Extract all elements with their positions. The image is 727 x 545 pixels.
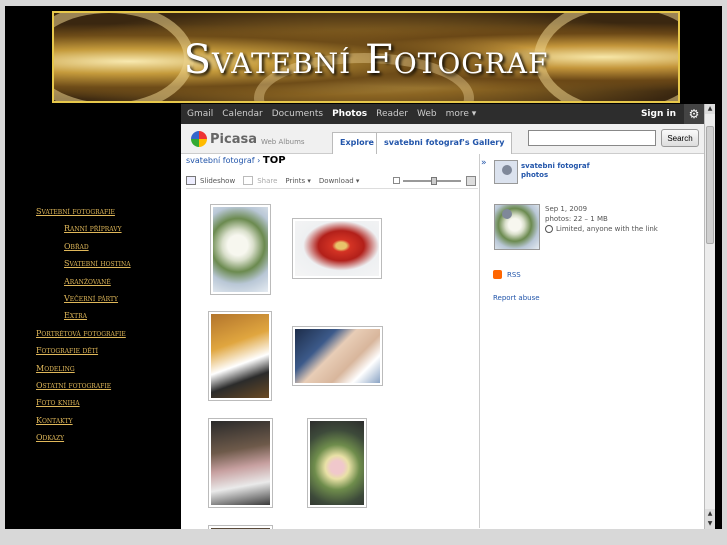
picasa-header: Picasa Web Albums Explore svatebni fotog… (181, 124, 715, 154)
site-title: Svatební Fotograf (183, 37, 549, 83)
rss-link[interactable]: RSS (493, 270, 521, 279)
site-banner: Svatební Fotograf (52, 11, 680, 103)
scrollbar[interactable]: ▲ ▲ ▼ (704, 104, 715, 529)
expand-chevron-icon: » (481, 158, 487, 168)
gbar-photos[interactable]: Photos (332, 109, 367, 119)
sidebar-toggle[interactable]: » (479, 154, 489, 528)
globe-icon (545, 225, 553, 233)
page-frame: Svatební Fotograf Svatební fotografie Ra… (5, 6, 722, 529)
picasa-logo[interactable]: Picasa Web Albums (191, 131, 305, 147)
photo-thumbnail[interactable] (208, 311, 272, 401)
album-meta: Sep 1, 2009 photos: 22 – 1 MB Limited, a… (545, 204, 658, 234)
picasa-embed: Gmail Calendar Documents Photos Reader W… (181, 104, 715, 529)
photo-thumbnail[interactable] (210, 204, 271, 295)
menu-item-ostatni-fotografie[interactable]: Ostatní fotografie (36, 377, 186, 394)
sign-in-link[interactable]: Sign in (641, 109, 676, 119)
photo-thumbnail[interactable] (208, 525, 273, 529)
menu-item-modeling[interactable]: Modeling (36, 360, 186, 377)
scroll-up-icon[interactable]: ▲ (705, 509, 715, 519)
menu-item-aranzovane[interactable]: Aranžované (36, 273, 186, 290)
menu-item-ranni-pripravy[interactable]: Ranní přípravy (36, 220, 186, 237)
menu-item-portretova-fotografie[interactable]: Portrétová fotografie (36, 325, 186, 342)
prints-menu[interactable]: Prints ▾ (285, 177, 311, 185)
google-bar: Gmail Calendar Documents Photos Reader W… (181, 104, 715, 124)
menu-item-svatebni-hostina[interactable]: Svatební hostina (36, 255, 186, 272)
gbar-reader[interactable]: Reader (376, 109, 408, 119)
menu-item-kontakty[interactable]: Kontakty (36, 412, 186, 429)
album-count: photos: 22 – 1 MB (545, 215, 608, 223)
menu-item-vecerni-party[interactable]: Večerní párty (36, 290, 186, 307)
gbar-gmail[interactable]: Gmail (187, 109, 213, 119)
report-abuse-link[interactable]: Report abuse (493, 294, 540, 302)
share-button[interactable]: Share (243, 176, 277, 185)
menu-item-foto-kniha[interactable]: Foto kniha (36, 394, 186, 411)
album-cover[interactable] (494, 204, 540, 250)
download-menu[interactable]: Download ▾ (319, 177, 360, 185)
slideshow-icon (186, 176, 196, 185)
album-visibility: Limited, anyone with the link (556, 225, 658, 233)
large-thumb-icon (466, 175, 476, 186)
photo-thumbnail[interactable] (208, 418, 273, 508)
menu-item-obrad[interactable]: Obřad (36, 238, 186, 255)
breadcrumb: svatební fotograf › TOP (186, 155, 286, 166)
search-button[interactable]: Search (661, 129, 699, 147)
album-title: TOP (262, 155, 286, 166)
tab-gallery[interactable]: svatebni fotograf's Gallery (376, 132, 513, 154)
owner-photos-link[interactable]: photos (521, 171, 590, 180)
site-menu: Svatební fotografie Ranní přípravy Obřad… (36, 203, 186, 446)
gear-icon[interactable]: ⚙ (684, 104, 704, 124)
scroll-down-icon[interactable]: ▼ (705, 519, 715, 529)
menu-item-fotografie-deti[interactable]: Fotografie dětí (36, 342, 186, 359)
avatar[interactable] (494, 160, 518, 184)
scroll-thumb[interactable] (706, 126, 714, 244)
menu-item-odkazy[interactable]: Odkazy (36, 429, 186, 446)
gbar-calendar[interactable]: Calendar (222, 109, 262, 119)
small-thumb-icon (393, 177, 400, 184)
zoom-slider[interactable] (393, 175, 476, 186)
rss-icon (493, 270, 502, 279)
photo-thumbnail[interactable] (307, 418, 367, 508)
breadcrumb-owner-link[interactable]: svatební fotograf (186, 156, 255, 165)
photo-thumbnail[interactable] (292, 326, 383, 386)
owner-name-link[interactable]: svatebni fotograf (521, 162, 590, 171)
photo-thumbnail[interactable] (292, 218, 382, 279)
search-input[interactable] (528, 130, 656, 146)
album-date: Sep 1, 2009 (545, 205, 588, 213)
envelope-icon (243, 176, 254, 185)
tab-explore[interactable]: Explore (332, 132, 382, 154)
slideshow-button[interactable]: Slideshow (186, 176, 235, 185)
gbar-more[interactable]: more ▾ (446, 109, 477, 119)
menu-item-svatebni-fotografie[interactable]: Svatební fotografie (36, 203, 186, 220)
scroll-up-icon[interactable]: ▲ (705, 104, 715, 114)
gbar-documents[interactable]: Documents (272, 109, 323, 119)
album-toolbar: Slideshow Share Prints ▾ Download ▾ (186, 173, 478, 189)
picasa-pinwheel-icon (191, 131, 207, 147)
album-content: svatební fotograf › TOP Slideshow Share … (186, 155, 479, 529)
menu-item-extra[interactable]: Extra (36, 307, 186, 324)
gbar-web[interactable]: Web (417, 109, 437, 119)
